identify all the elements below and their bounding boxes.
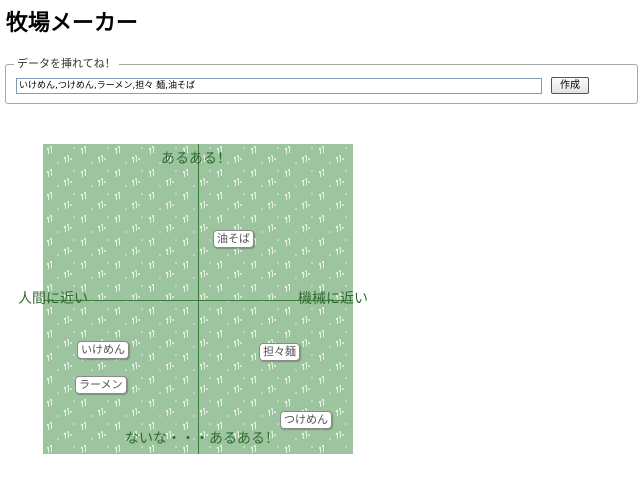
axis-label-top: あるある！ <box>161 151 231 167</box>
ranch-item-tsukemen[interactable]: つけめん <box>280 411 332 429</box>
ranch-item-ikemen[interactable]: いけめん <box>77 341 129 359</box>
data-input-field[interactable]: いけめん,つけめん,ラーメン,担々 麺,油そば <box>16 78 542 94</box>
axis-label-left: 人間に近い <box>18 291 88 307</box>
page-title: 牧場メーカー <box>6 11 139 36</box>
fieldset-legend: データを挿れてね！ <box>14 56 119 72</box>
ranch-item-ramen[interactable]: ラーメン <box>75 376 127 394</box>
create-button[interactable]: 作成 <box>551 77 589 94</box>
ranch-item-tantanmen[interactable]: 担々麺 <box>259 343 300 361</box>
axis-label-bottom: ないな・・・あるある！ <box>125 431 279 447</box>
vertical-axis <box>198 144 199 454</box>
data-input-fieldset: データを挿れてね！ いけめん,つけめん,ラーメン,担々 麺,油そば 作成 <box>5 56 638 104</box>
axis-label-right: 機械に近い <box>298 291 368 307</box>
ranch-item-aburasoba[interactable]: 油そば <box>213 230 254 248</box>
